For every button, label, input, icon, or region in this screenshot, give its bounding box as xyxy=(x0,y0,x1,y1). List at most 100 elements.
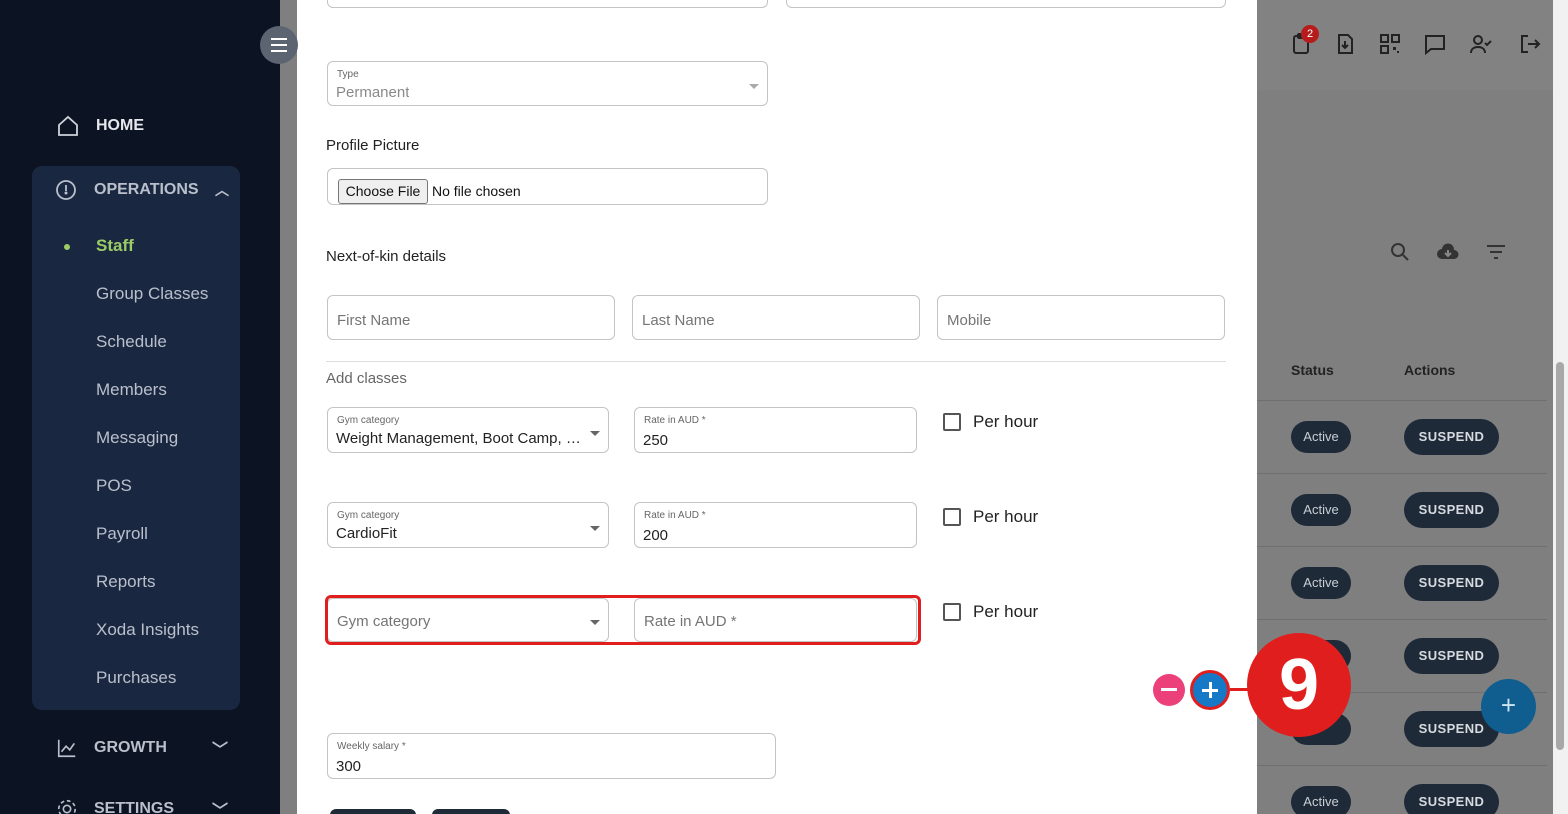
suspend-button[interactable]: SUSPEND xyxy=(1404,784,1499,814)
chart-line-icon xyxy=(57,739,76,758)
type-select[interactable]: Type Permanent xyxy=(327,61,768,106)
field-value: 300 xyxy=(336,758,362,775)
row-divider xyxy=(1257,619,1547,620)
chevron-up-icon: ︿ xyxy=(215,182,229,198)
plus-icon xyxy=(1209,682,1212,698)
user-check-icon[interactable] xyxy=(1469,32,1493,56)
sidebar-item-group-classes[interactable]: Group Classes xyxy=(96,284,208,304)
per-hour-label: Per hour xyxy=(973,602,1039,621)
download-icon[interactable] xyxy=(1333,32,1357,56)
status-badge: Active xyxy=(1291,494,1351,526)
sidebar-item-staff[interactable]: Staff xyxy=(96,236,134,256)
sidebar: HOME OPERATIONS ︿ Staff Group Classes Sc… xyxy=(0,0,280,814)
previous-field[interactable] xyxy=(786,0,1226,8)
rate-field[interactable]: Rate in AUD * 200 xyxy=(634,502,917,548)
form-action-button[interactable] xyxy=(330,809,416,814)
status-badge: Active xyxy=(1291,786,1351,814)
sidebar-item-label: OPERATIONS xyxy=(94,181,199,198)
row-divider xyxy=(1257,400,1547,401)
caret-down-icon xyxy=(590,526,600,531)
menu-toggle-button[interactable] xyxy=(260,26,298,64)
field-label: Rate in AUD * xyxy=(644,510,706,521)
gym-category-select[interactable]: Gym category Weight Management, Boot Cam… xyxy=(327,407,609,453)
divider xyxy=(326,361,1226,362)
add-fab-button[interactable]: + xyxy=(1481,679,1536,734)
per-hour-checkbox[interactable] xyxy=(943,508,961,526)
sidebar-item-payroll[interactable]: Payroll xyxy=(96,524,148,544)
sidebar-item-members[interactable]: Members xyxy=(96,380,167,400)
placeholder: Mobile xyxy=(947,312,992,329)
gauge-icon xyxy=(56,180,76,200)
sidebar-item-label: GROWTH xyxy=(94,739,167,756)
field-label: Gym category xyxy=(337,510,400,521)
per-hour-label: Per hour xyxy=(973,412,1039,431)
sidebar-item-operations[interactable]: OPERATIONS ︿ xyxy=(54,178,229,202)
status-column-header: Status xyxy=(1291,362,1334,378)
sidebar-item-pos[interactable]: POS xyxy=(96,476,132,496)
next-of-kin-heading: Next-of-kin details xyxy=(326,248,447,265)
sidebar-item-messaging[interactable]: Messaging xyxy=(96,428,178,448)
status-badge: Active xyxy=(1291,421,1351,453)
field-value: CardioFit xyxy=(336,525,397,542)
hamburger-icon xyxy=(271,36,287,54)
sidebar-item-label: HOME xyxy=(96,117,144,134)
kin-last-name-field[interactable]: Last Name xyxy=(632,295,920,340)
suspend-button[interactable]: SUSPEND xyxy=(1404,492,1499,528)
active-indicator xyxy=(64,244,70,250)
row-divider xyxy=(1257,473,1547,474)
weekly-salary-field[interactable]: Weekly salary * 300 xyxy=(327,733,776,779)
step-number-badge: 9 xyxy=(1247,633,1351,737)
status-badge: Active xyxy=(1291,567,1351,599)
field-label: Type xyxy=(337,69,359,80)
sidebar-item-label: SETTINGS xyxy=(94,800,175,814)
scrollbar-thumb[interactable] xyxy=(1556,362,1564,750)
choose-file-button[interactable]: Choose File xyxy=(338,179,428,204)
chevron-down-icon: ﹀ xyxy=(211,742,228,759)
highlight-box xyxy=(325,595,921,645)
kin-mobile-field[interactable]: Mobile xyxy=(937,295,1225,340)
field-value: 200 xyxy=(643,527,669,544)
search-icon[interactable] xyxy=(1388,240,1412,264)
suspend-button[interactable]: SUSPEND xyxy=(1404,419,1499,455)
sidebar-item-reports[interactable]: Reports xyxy=(96,572,156,592)
row-divider xyxy=(1257,546,1547,547)
notification-badge: 2 xyxy=(1301,25,1319,43)
chevron-down-icon: ﹀ xyxy=(211,803,228,814)
form-action-button[interactable] xyxy=(432,809,510,814)
sidebar-item-growth[interactable]: GROWTH ﹀ xyxy=(56,736,228,760)
field-value: 250 xyxy=(643,432,669,449)
sidebar-item-purchases[interactable]: Purchases xyxy=(96,668,176,688)
row-divider xyxy=(1257,765,1547,766)
cloud-download-icon[interactable] xyxy=(1436,240,1460,264)
remove-class-button[interactable] xyxy=(1153,674,1185,706)
filter-icon[interactable] xyxy=(1484,240,1508,264)
chat-icon[interactable] xyxy=(1423,32,1447,56)
gear-icon xyxy=(57,799,77,814)
actions-column-header: Actions xyxy=(1404,362,1456,378)
suspend-button[interactable]: SUSPEND xyxy=(1404,638,1499,674)
suspend-button[interactable]: SUSPEND xyxy=(1404,565,1499,601)
file-status: No file chosen xyxy=(432,183,521,199)
per-hour-checkbox[interactable] xyxy=(943,603,961,621)
field-value: Weight Management, Boot Camp, R... xyxy=(336,430,584,447)
placeholder: Last Name xyxy=(642,312,715,329)
field-label: Gym category xyxy=(337,415,400,426)
logout-icon[interactable] xyxy=(1518,32,1542,56)
home-icon xyxy=(58,115,78,136)
field-value: Permanent xyxy=(336,84,410,101)
add-class-button[interactable] xyxy=(1190,670,1230,710)
add-classes-heading: Add classes xyxy=(326,370,407,387)
gym-category-select[interactable]: Gym category CardioFit xyxy=(327,502,609,548)
per-hour-checkbox[interactable] xyxy=(943,413,961,431)
profile-picture-label: Profile Picture xyxy=(326,137,420,154)
sidebar-item-xoda-insights[interactable]: Xoda Insights xyxy=(96,620,199,640)
caret-down-icon xyxy=(749,84,759,89)
caret-down-icon xyxy=(590,431,600,436)
qr-code-icon[interactable] xyxy=(1378,32,1402,56)
sidebar-item-home[interactable]: HOME xyxy=(56,114,144,138)
previous-field[interactable] xyxy=(327,0,768,8)
rate-field[interactable]: Rate in AUD * 250 xyxy=(634,407,917,453)
sidebar-item-schedule[interactable]: Schedule xyxy=(96,332,167,352)
kin-first-name-field[interactable]: First Name xyxy=(327,295,615,340)
sidebar-item-settings[interactable]: SETTINGS ﹀ xyxy=(56,797,228,814)
